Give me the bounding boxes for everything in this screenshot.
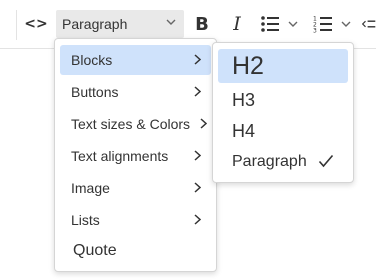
- chevron-right-icon: [200, 118, 207, 129]
- bulleted-list-button[interactable]: [260, 10, 300, 38]
- italic-button[interactable]: I: [225, 10, 249, 38]
- numbered-list-icon: 1 2 3: [313, 16, 332, 34]
- chevron-right-icon: [194, 86, 201, 97]
- menu-item-quote[interactable]: Quote: [60, 236, 211, 266]
- menu-item-label: Buttons: [71, 84, 119, 100]
- menu-item-label: Quote: [73, 242, 117, 259]
- outdent-icon: [362, 20, 376, 28]
- svg-text:3: 3: [313, 28, 317, 34]
- menu-item-text-sizes-colors[interactable]: Text sizes & Colors: [60, 109, 211, 139]
- menu-item-label: Image: [71, 180, 110, 196]
- submenu-item-h4[interactable]: H4: [218, 116, 348, 146]
- numbered-list-button[interactable]: 1 2 3: [312, 10, 354, 38]
- menu-item-lists[interactable]: Lists: [60, 205, 211, 235]
- block-format-select[interactable]: Paragraph: [56, 10, 184, 38]
- code-view-button[interactable]: <>: [24, 10, 48, 38]
- submenu-item-label: H3: [232, 89, 256, 110]
- submenu-item-label: H2: [232, 51, 264, 80]
- chevron-down-icon: [341, 21, 351, 27]
- menu-item-label: Lists: [71, 212, 100, 228]
- menu-item-text-alignments[interactable]: Text alignments: [60, 141, 211, 171]
- bulleted-list-icon: [261, 16, 279, 32]
- chevron-right-icon: [194, 54, 201, 65]
- insert-menu: Blocks Buttons Text sizes & Colors Text …: [54, 38, 217, 272]
- menu-item-label: Blocks: [71, 52, 113, 68]
- submenu-item-h2[interactable]: H2: [218, 49, 348, 83]
- chevron-right-icon: [194, 214, 201, 225]
- bold-icon: B: [195, 13, 209, 35]
- toolbar-divider: [16, 10, 17, 40]
- submenu-item-paragraph[interactable]: Paragraph: [218, 147, 348, 177]
- chevron-right-icon: [194, 150, 201, 161]
- menu-item-buttons[interactable]: Buttons: [60, 77, 211, 107]
- chevron-down-icon: [288, 21, 298, 27]
- chevron-down-icon: [166, 19, 176, 25]
- blocks-submenu: H2 H3 H4 Paragraph: [212, 42, 354, 183]
- checkmark-icon: [318, 154, 334, 168]
- submenu-item-h3[interactable]: H3: [218, 85, 348, 115]
- menu-item-label: Text alignments: [71, 148, 169, 164]
- submenu-item-label: Paragraph: [232, 153, 307, 170]
- outdent-button[interactable]: [362, 10, 376, 38]
- menu-item-label: Text sizes & Colors: [71, 116, 191, 132]
- menu-item-blocks[interactable]: Blocks: [60, 45, 211, 75]
- chevron-right-icon: [194, 182, 201, 193]
- menu-item-image[interactable]: Image: [60, 173, 211, 203]
- code-icon: <>: [24, 16, 48, 32]
- bold-button[interactable]: B: [190, 10, 214, 38]
- submenu-item-label: H4: [232, 120, 256, 141]
- italic-icon: I: [233, 13, 241, 35]
- block-format-value: Paragraph: [62, 16, 128, 32]
